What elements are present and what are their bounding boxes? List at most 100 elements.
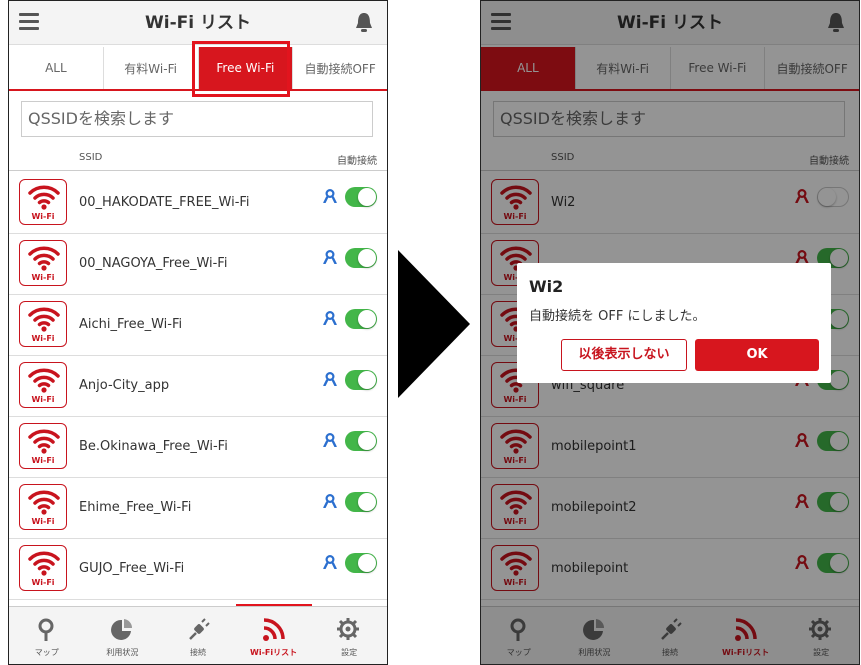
auto-connect-toggle[interactable] bbox=[345, 492, 377, 512]
ssid-label: mobilepoint2 bbox=[551, 500, 637, 515]
pie-chart-icon bbox=[583, 619, 605, 640]
left-phone-screen: Wi-Fi リスト ALL 有料Wi-Fi Free Wi-Fi 自動接続OFF… bbox=[8, 0, 388, 665]
ssid-label: 00_NAGOYA_Free_Wi-Fi bbox=[79, 256, 228, 271]
wifi-logo-label: Wi-Fi bbox=[31, 212, 55, 221]
nav-label: 設定 bbox=[341, 648, 358, 657]
dont-show-again-button[interactable]: 以後表示しない bbox=[561, 339, 687, 371]
ssid-label: Wi2 bbox=[551, 195, 576, 210]
nav-item-pie-chart[interactable]: 利用状況 bbox=[557, 607, 633, 664]
app-header: Wi-Fi リスト bbox=[481, 1, 859, 45]
person-icon bbox=[323, 433, 337, 447]
wifi-list-item[interactable]: Wi-Fi Ehime_Free_Wi-Fi bbox=[9, 478, 387, 539]
filter-tabs: ALL 有料Wi-Fi Free Wi-Fi 自動接続OFF bbox=[481, 47, 859, 91]
tab-paid-wifi[interactable]: 有料Wi-Fi bbox=[104, 47, 199, 89]
auto-connect-toggle[interactable] bbox=[345, 431, 377, 451]
nav-label: 利用状況 bbox=[578, 648, 611, 657]
map-pin-icon bbox=[510, 618, 526, 641]
ssid-search-input[interactable]: QSSIDを検索します bbox=[493, 101, 845, 137]
wifi-logo: Wi-Fi bbox=[491, 179, 539, 225]
nav-item-map-pin[interactable]: マップ bbox=[481, 607, 557, 664]
wifi-list-item[interactable]: Wi-Fi Anjo-City_app bbox=[9, 356, 387, 417]
list-header: SSID 自動接続 bbox=[481, 147, 859, 171]
auto-connect-toggle[interactable] bbox=[817, 553, 849, 573]
ssid-label: 00_HAKODATE_FREE_Wi-Fi bbox=[79, 195, 250, 210]
nav-label: 設定 bbox=[813, 648, 830, 657]
auto-connect-toggle[interactable] bbox=[345, 309, 377, 329]
nav-item-wifi-list[interactable]: Wi-Fiリスト bbox=[708, 607, 784, 664]
tab-all[interactable]: ALL bbox=[9, 47, 104, 89]
toggle-knob bbox=[830, 432, 848, 450]
wifi-logo-label: Wi-Fi bbox=[31, 578, 55, 587]
wifi-list-item[interactable]: Wi-Fi mobilepoint1 bbox=[481, 417, 859, 478]
wifi-list-item[interactable]: Wi-Fi Aichi_Free_Wi-Fi bbox=[9, 295, 387, 356]
auto-connect-toggle[interactable] bbox=[817, 187, 849, 207]
wifi-signal-icon bbox=[28, 246, 60, 271]
person-icon bbox=[795, 189, 809, 203]
nav-item-map-pin[interactable]: マップ bbox=[9, 607, 85, 664]
ok-button[interactable]: OK bbox=[695, 339, 819, 371]
filter-tabs: ALL 有料Wi-Fi Free Wi-Fi 自動接続OFF bbox=[9, 47, 387, 91]
wifi-logo-label: Wi-Fi bbox=[503, 456, 527, 465]
toggle-knob bbox=[358, 249, 376, 267]
auto-connect-toggle[interactable] bbox=[345, 370, 377, 390]
ssid-label: Aichi_Free_Wi-Fi bbox=[79, 317, 183, 332]
wifi-list-item[interactable]: Wi-Fi Wi2 bbox=[481, 173, 859, 234]
dialog-title: Wi2 bbox=[529, 277, 564, 296]
wifi-signal-icon bbox=[500, 429, 532, 454]
wifi-list-item[interactable]: Wi-Fi 00_HAKODATE_FREE_Wi-Fi bbox=[9, 173, 387, 234]
tab-free-wifi[interactable]: Free Wi-Fi bbox=[671, 47, 766, 89]
tab-paid-wifi[interactable]: 有料Wi-Fi bbox=[576, 47, 671, 89]
tab-all[interactable]: ALL bbox=[481, 47, 576, 89]
ssid-label: Anjo-City_app bbox=[79, 378, 170, 393]
toggle-knob bbox=[358, 310, 376, 328]
person-icon bbox=[795, 250, 809, 264]
nav-item-gear[interactable]: 設定 bbox=[783, 607, 859, 664]
right-phone-screen: Wi-Fi リスト ALL 有料Wi-Fi Free Wi-Fi 自動接続OFF… bbox=[480, 0, 860, 665]
nav-item-pie-chart[interactable]: 利用状況 bbox=[85, 607, 161, 664]
person-icon bbox=[323, 189, 337, 203]
nav-item-gear[interactable]: 設定 bbox=[311, 607, 387, 664]
wifi-signal-icon bbox=[28, 490, 60, 515]
nav-label: 接続 bbox=[661, 648, 678, 657]
wifi-list: Wi-Fi 00_HAKODATE_FREE_Wi-Fi Wi-Fi 00_NAGOY… bbox=[9, 173, 387, 600]
auto-connect-toggle[interactable] bbox=[345, 553, 377, 573]
toggle-knob bbox=[830, 310, 848, 328]
wifi-logo-label: Wi-Fi bbox=[503, 578, 527, 587]
wifi-logo: Wi-Fi bbox=[491, 484, 539, 530]
bottom-navigation: マップ 利用状況 接続 Wi-Fiリスト 設定 bbox=[481, 606, 859, 664]
wifi-logo: Wi-Fi bbox=[19, 423, 67, 469]
wifi-list-item[interactable]: Wi-Fi 00_NAGOYA_Free_Wi-Fi bbox=[9, 234, 387, 295]
wifi-list-item[interactable]: Wi-Fi Be.Okinawa_Free_Wi-Fi bbox=[9, 417, 387, 478]
person-icon bbox=[795, 555, 809, 569]
tab-free-wifi[interactable]: Free Wi-Fi bbox=[198, 47, 294, 89]
wifi-list-item[interactable]: Wi-Fi GUJO_Free_Wi-Fi bbox=[9, 539, 387, 600]
wifi-signal-icon bbox=[500, 490, 532, 515]
toggle-knob bbox=[358, 188, 376, 206]
tab-auto-connect-off[interactable]: 自動接続OFF bbox=[765, 47, 859, 89]
bell-icon[interactable] bbox=[353, 11, 375, 35]
ssid-label: Ehime_Free_Wi-Fi bbox=[79, 500, 192, 515]
auto-connect-toggle[interactable] bbox=[345, 248, 377, 268]
wifi-logo-label: Wi-Fi bbox=[31, 273, 55, 282]
wifi-list: Wi-Fi Wi2 Wi-Fi Wi-Fi Wi-Fi wifi_square Wi-Fi m… bbox=[481, 173, 859, 600]
nav-item-plug[interactable]: 接続 bbox=[632, 607, 708, 664]
ssid-label: mobilepoint1 bbox=[551, 439, 637, 454]
bell-icon[interactable] bbox=[825, 11, 847, 35]
toggle-knob bbox=[358, 371, 376, 389]
nav-item-wifi-list[interactable]: Wi-Fiリスト bbox=[236, 607, 312, 664]
nav-item-plug[interactable]: 接続 bbox=[160, 607, 236, 664]
page-title: Wi-Fi リスト bbox=[617, 13, 723, 33]
ssid-search-input[interactable]: QSSIDを検索します bbox=[21, 101, 373, 137]
wifi-logo-label: Wi-Fi bbox=[31, 517, 55, 526]
auto-connect-toggle[interactable] bbox=[817, 492, 849, 512]
toggle-knob bbox=[830, 554, 848, 572]
auto-connect-toggle[interactable] bbox=[345, 187, 377, 207]
auto-connect-toggle[interactable] bbox=[817, 431, 849, 451]
wifi-list-item[interactable]: Wi-Fi mobilepoint2 bbox=[481, 478, 859, 539]
transition-arrow-icon bbox=[398, 250, 470, 398]
auto-connect-off-dialog: Wi2 自動接続を OFF にしました。 以後表示しない OK bbox=[517, 263, 831, 383]
wifi-list-item[interactable]: Wi-Fi mobilepoint bbox=[481, 539, 859, 600]
gear-icon bbox=[337, 618, 360, 640]
tab-auto-connect-off[interactable]: 自動接続OFF bbox=[293, 47, 387, 89]
auto-connect-column-header: 自動接続 bbox=[809, 156, 849, 167]
